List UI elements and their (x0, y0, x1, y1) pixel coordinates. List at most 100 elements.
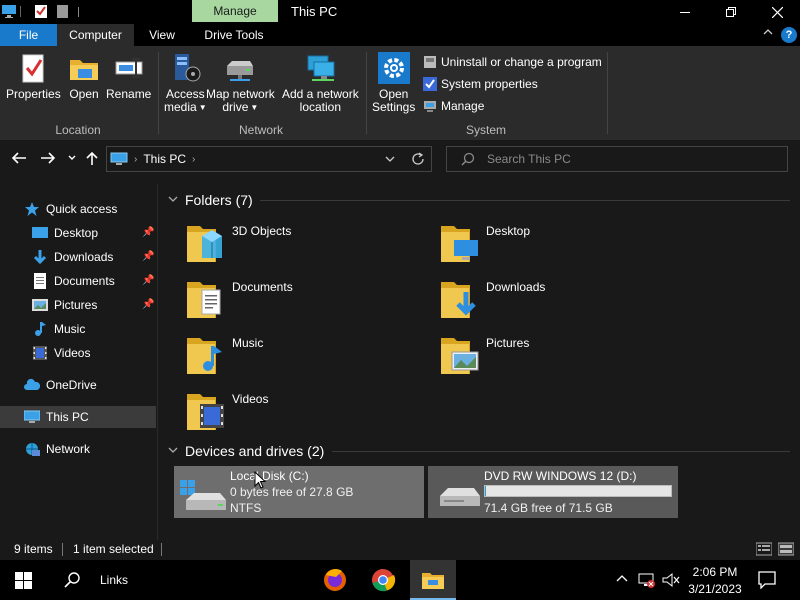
add-network-location-button[interactable]: Add a network location (282, 52, 359, 114)
search-box[interactable]: Search This PC (446, 146, 788, 172)
tiles-view-icon (777, 542, 795, 556)
folder-item-desktop[interactable]: Desktop (438, 218, 678, 268)
chrome-taskbar-icon[interactable] (370, 567, 396, 596)
details-view-button[interactable] (755, 542, 773, 559)
open-button[interactable]: Open (68, 52, 100, 101)
pin-icon[interactable]: 📌 (142, 251, 154, 262)
sidebar-item-desktop[interactable]: Desktop 📌 (0, 222, 156, 244)
properties-qa-icon[interactable] (34, 4, 48, 19)
drive-item-d[interactable]: DVD RW WINDOWS 12 (D:) 71.4 GB free of 7… (428, 466, 678, 518)
sidebar-item-quick-access[interactable]: Quick access (0, 198, 156, 220)
sidebar-item-videos[interactable]: Videos (0, 342, 156, 364)
back-button[interactable] (11, 151, 27, 170)
folder-item-pictures[interactable]: Pictures (438, 330, 678, 380)
qa-separator (18, 4, 24, 19)
chevron-down-icon (168, 445, 178, 458)
uninstall-program-button[interactable]: Uninstall or change a program (423, 55, 602, 69)
action-center-button[interactable] (758, 571, 776, 592)
open-settings-button[interactable]: Open Settings (372, 52, 415, 114)
network-icon (24, 441, 40, 457)
folder-name: Music (232, 336, 264, 350)
sidebar-item-this-pc[interactable]: This PC (0, 406, 156, 428)
address-bar[interactable]: › This PC › (106, 146, 432, 172)
item-count: 9 items (14, 542, 53, 556)
show-hidden-icons-button[interactable] (616, 573, 628, 588)
network-status-icon[interactable] (638, 572, 656, 591)
refresh-button[interactable] (411, 152, 425, 169)
network-location-icon (304, 52, 336, 84)
clock-date[interactable]: 3/21/2023 (684, 582, 746, 596)
rename-button[interactable]: Rename (106, 52, 151, 101)
system-properties-button[interactable]: System properties (423, 77, 538, 91)
restore-icon (726, 7, 736, 17)
recent-locations-button[interactable] (67, 151, 77, 170)
pane-divider[interactable] (157, 184, 158, 540)
folder-item-downloads[interactable]: Downloads (438, 274, 678, 324)
new-folder-qa-icon[interactable] (56, 4, 70, 19)
taskbar-search-label: Links (100, 573, 129, 587)
collapse-ribbon-icon[interactable] (762, 26, 774, 41)
properties-button[interactable]: Properties (6, 52, 61, 101)
sidebar-item-documents[interactable]: Documents 📌 (0, 270, 156, 292)
breadcrumb-separator-icon: › (134, 153, 138, 165)
folders-section-header[interactable]: Folders (7) (168, 192, 253, 208)
drives-section-header[interactable]: Devices and drives (2) (168, 443, 324, 459)
folder-item-3d-objects[interactable]: 3D Objects (184, 218, 424, 268)
uninstall-icon (423, 55, 437, 69)
tiles-view-button[interactable] (777, 542, 795, 559)
tab-view[interactable]: View (138, 24, 186, 46)
sidebar-item-pictures[interactable]: Pictures 📌 (0, 294, 156, 316)
sidebar-item-network[interactable]: Network (0, 438, 156, 460)
map-network-drive-button[interactable]: Map network drive ▼ (206, 52, 275, 114)
folder-pictures-icon (440, 334, 480, 376)
rename-icon (113, 52, 145, 84)
firefox-taskbar-icon[interactable] (322, 567, 348, 596)
breadcrumb-chevron-icon[interactable]: › (192, 154, 195, 165)
maximize-button[interactable] (708, 0, 754, 24)
help-button[interactable]: ? (781, 27, 797, 43)
address-history-dropdown[interactable] (384, 153, 396, 168)
folder-open-icon (68, 52, 100, 84)
tab-computer[interactable]: Computer (57, 24, 134, 46)
sidebar-item-onedrive[interactable]: OneDrive (0, 374, 156, 396)
folder-item-videos[interactable]: Videos (184, 386, 424, 436)
forward-button[interactable] (40, 151, 56, 170)
pin-icon[interactable]: 📌 (142, 299, 154, 310)
forward-arrow-icon (41, 152, 56, 164)
up-arrow-icon (86, 151, 98, 165)
group-divider (158, 52, 159, 134)
dvd-drive-icon (434, 478, 480, 512)
folder-item-music[interactable]: Music (184, 330, 424, 380)
file-explorer-taskbar-button[interactable] (410, 560, 456, 600)
manage-button[interactable]: Manage (423, 99, 484, 113)
clock-time[interactable]: 2:06 PM (690, 565, 740, 579)
folder-name: Pictures (486, 336, 530, 350)
pin-icon[interactable]: 📌 (142, 227, 154, 238)
minimize-button[interactable] (662, 0, 708, 24)
cloud-icon (24, 377, 41, 393)
tab-drive-tools[interactable]: Drive Tools (196, 24, 272, 46)
start-button[interactable] (15, 572, 33, 593)
breadcrumb-this-pc[interactable]: This PC (143, 152, 186, 166)
this-pc-icon[interactable] (2, 4, 16, 19)
drive-item-c[interactable]: Local Disk (C:) 0 bytes free of 27.8 GB … (174, 466, 424, 518)
sidebar-item-music[interactable]: Music (0, 318, 156, 340)
up-button[interactable] (85, 151, 99, 170)
access-media-button[interactable]: Access media ▼ (164, 52, 207, 114)
document-icon (32, 273, 48, 289)
qa-dropdown-icon[interactable] (74, 4, 84, 19)
manage-contextual-tab[interactable]: Manage (192, 0, 278, 22)
mouse-cursor-icon (254, 470, 267, 492)
group-divider (366, 52, 367, 134)
open-label: Open (69, 87, 99, 101)
pin-icon[interactable]: 📌 (142, 275, 154, 286)
close-button[interactable] (754, 0, 800, 24)
drive-name: DVD RW WINDOWS 12 (D:) (484, 469, 637, 483)
taskbar-search-box[interactable]: Links (48, 560, 318, 600)
tab-file[interactable]: File (0, 24, 57, 46)
download-arrow-icon (32, 249, 48, 265)
system-group-label: System (465, 123, 506, 137)
volume-muted-icon[interactable] (662, 572, 680, 591)
folder-item-documents[interactable]: Documents (184, 274, 424, 324)
sidebar-item-downloads[interactable]: Downloads 📌 (0, 246, 156, 268)
